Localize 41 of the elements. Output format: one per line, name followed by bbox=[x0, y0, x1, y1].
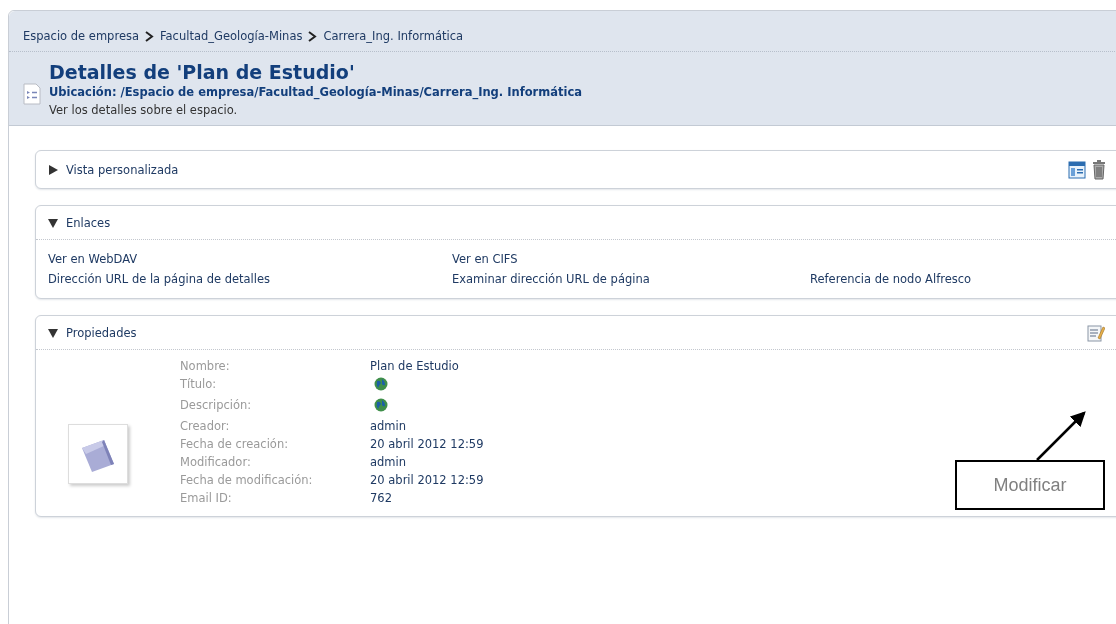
property-value: 762 bbox=[370, 490, 393, 506]
property-label: Creador: bbox=[180, 418, 231, 434]
trash-icon[interactable] bbox=[1092, 159, 1106, 180]
location-path: Ubicación: /Espacio de empresa/Facultad_Geología-Minas/Carrera_Ing. Informática bbox=[49, 85, 582, 99]
callout-label: Modificar bbox=[955, 460, 1105, 510]
property-label: Modificador: bbox=[180, 454, 252, 470]
expand-right-icon[interactable] bbox=[48, 164, 58, 175]
property-value: admin bbox=[370, 418, 408, 434]
globe-icon bbox=[374, 398, 388, 412]
property-label: Descripción: bbox=[180, 397, 253, 414]
chevron-icon bbox=[145, 30, 154, 42]
link[interactable]: Referencia de nodo Alfresco bbox=[810, 272, 1110, 286]
view-layout-icon[interactable] bbox=[1068, 160, 1086, 179]
property-value: 20 abril 2012 12:59 bbox=[370, 472, 485, 488]
property-value: admin bbox=[370, 454, 408, 470]
property-label: Nombre: bbox=[180, 358, 231, 374]
link[interactable]: Dirección URL de la página de detalles bbox=[48, 272, 452, 286]
breadcrumb-link[interactable]: Carrera_Ing. Informática bbox=[323, 29, 464, 43]
section-title[interactable]: Enlaces bbox=[66, 215, 1116, 230]
property-label: Email ID: bbox=[180, 490, 233, 506]
property-label: Fecha de creación: bbox=[180, 436, 290, 452]
document-thumbnail bbox=[68, 424, 128, 484]
expand-down-icon[interactable] bbox=[48, 327, 58, 338]
chevron-icon bbox=[308, 30, 318, 42]
page-title: Detalles de 'Plan de Estudio' bbox=[49, 60, 356, 84]
property-value: 20 abril 2012 12:59 bbox=[370, 436, 485, 452]
breadcrumb-link[interactable]: Facultad_Geología-Minas bbox=[160, 29, 303, 43]
link[interactable]: Examinar dirección URL de página bbox=[452, 272, 810, 286]
expand-down-icon[interactable] bbox=[48, 217, 58, 228]
page-description: Ver los detalles sobre el espacio. bbox=[49, 103, 239, 117]
list-document-icon bbox=[23, 82, 41, 105]
property-label: Fecha de modificación: bbox=[180, 472, 314, 488]
edit-icon[interactable] bbox=[1087, 323, 1105, 342]
property-label: Título: bbox=[180, 376, 218, 393]
section-title[interactable]: Propiedades bbox=[66, 325, 1079, 340]
globe-icon bbox=[374, 377, 388, 391]
section-title[interactable]: Vista personalizada bbox=[66, 162, 1060, 177]
link[interactable]: Ver en WebDAV bbox=[48, 252, 452, 266]
link[interactable]: Ver en CIFS bbox=[452, 252, 810, 266]
breadcrumb-link[interactable]: Espacio de empresa bbox=[23, 29, 139, 43]
property-value: Plan de Estudio bbox=[370, 358, 460, 374]
